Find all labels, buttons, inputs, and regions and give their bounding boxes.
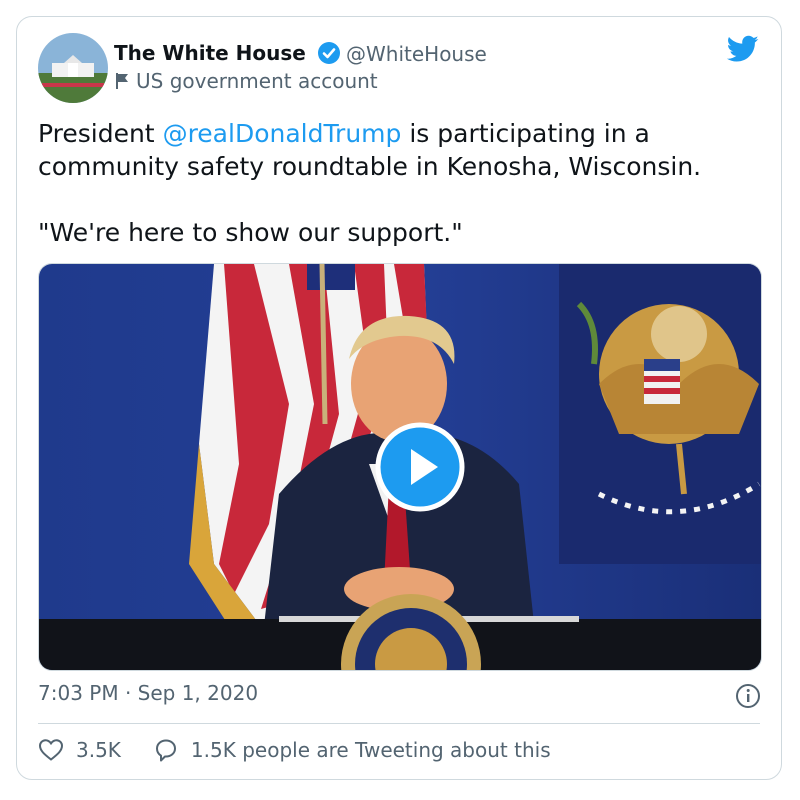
tweet-text-prefix: President [38, 119, 163, 148]
verified-badge-icon [318, 42, 340, 64]
account-label: US government account [136, 69, 378, 93]
tweet-card: The White House @WhiteHouse US governmen… [16, 16, 782, 780]
tweeting-count: 1.5K people are Tweeting about this [190, 738, 551, 762]
flag-icon [116, 73, 128, 89]
play-icon[interactable] [375, 422, 465, 512]
author-name[interactable]: The White House [114, 41, 306, 65]
divider [38, 723, 760, 724]
heart-icon [38, 739, 64, 761]
author-handle[interactable]: @WhiteHouse [346, 42, 487, 66]
tweeting-link[interactable]: 1.5K people are Tweeting about this [153, 737, 551, 763]
speech-bubble-icon [155, 739, 176, 762]
avatar[interactable] [38, 33, 108, 103]
tweet-text: President @realDonaldTrump is participat… [38, 117, 768, 249]
tweet-actions: 3.5K 1.5K people are Tweeting about this [38, 737, 583, 763]
presidential-flag [559, 264, 761, 564]
like-count: 3.5K [76, 738, 121, 762]
twitter-bird-icon[interactable] [727, 35, 759, 63]
like-button[interactable]: 3.5K [38, 738, 121, 762]
tweet-timestamp[interactable]: 7:03 PM · Sep 1, 2020 [38, 681, 258, 705]
mention-link[interactable]: @realDonaldTrump [163, 119, 402, 148]
info-icon[interactable] [735, 683, 761, 709]
video-thumbnail[interactable] [38, 263, 762, 671]
government-label: US government account [114, 69, 378, 93]
